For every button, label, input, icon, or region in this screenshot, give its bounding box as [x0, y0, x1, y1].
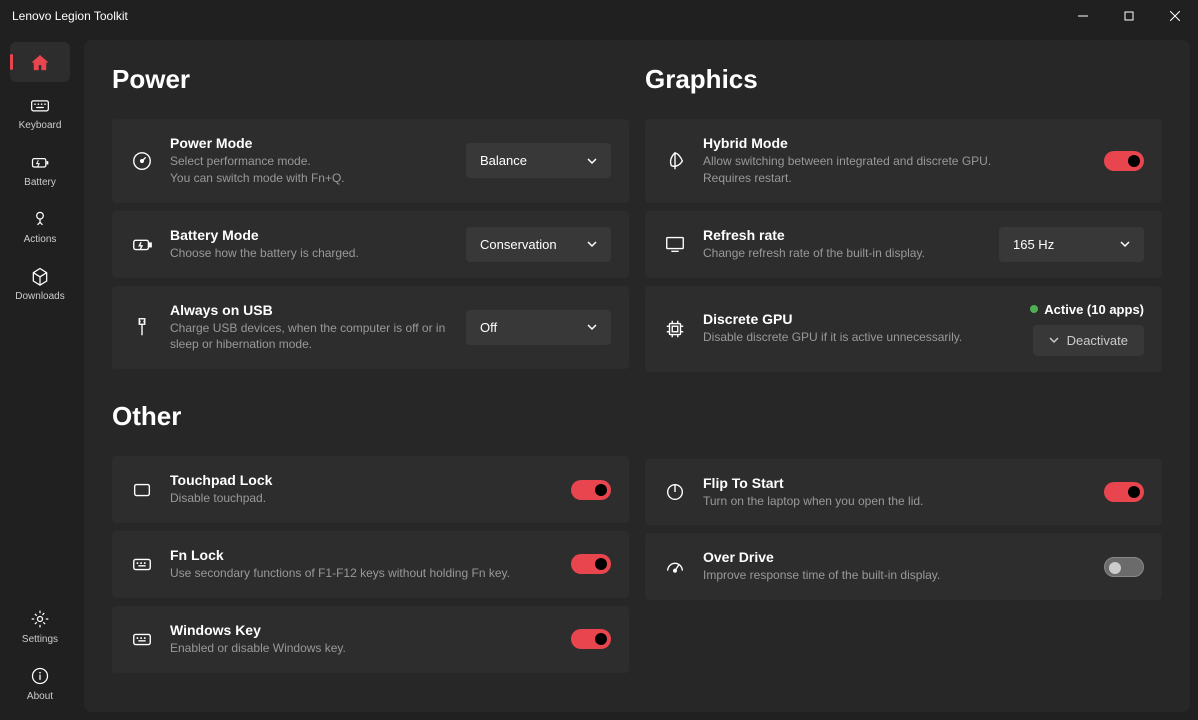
keyboard-small-icon [130, 552, 154, 576]
info-icon [29, 665, 51, 687]
battery-icon [29, 151, 51, 173]
home-icon [29, 52, 51, 74]
sidebar-item-home[interactable] [10, 42, 70, 82]
card-desc: Enabled or disable Windows key. [170, 640, 555, 657]
sidebar-label: Battery [24, 177, 56, 188]
touchpad-icon [130, 478, 154, 502]
other-section-title: Other [112, 401, 629, 432]
card-title: Always on USB [170, 302, 450, 318]
sidebar-item-about[interactable]: About [10, 655, 70, 710]
card-title: Touchpad Lock [170, 472, 555, 488]
card-title: Windows Key [170, 622, 555, 638]
sidebar-label: Settings [22, 634, 58, 645]
card-title: Fn Lock [170, 547, 555, 563]
card-desc: Choose how the battery is charged. [170, 245, 450, 262]
graphics-section-title: Graphics [645, 64, 1162, 95]
fn-lock-toggle[interactable] [571, 554, 611, 574]
keyboard-icon [29, 94, 51, 116]
sidebar-label: About [27, 691, 53, 702]
sidebar-item-settings[interactable]: Settings [10, 598, 70, 653]
windows-key-toggle[interactable] [571, 629, 611, 649]
power-mode-dropdown[interactable]: Balance [466, 143, 611, 178]
fn-lock-card: Fn Lock Use secondary functions of F1-F1… [112, 531, 629, 598]
gauge-icon [130, 149, 154, 173]
close-button[interactable] [1152, 0, 1198, 32]
actions-icon [29, 208, 51, 230]
over-drive-toggle[interactable] [1104, 557, 1144, 577]
touchpad-lock-toggle[interactable] [571, 480, 611, 500]
card-title: Discrete GPU [703, 311, 1014, 327]
chip-icon [663, 317, 687, 341]
window-controls [1060, 0, 1198, 32]
keyboard-small-icon [130, 627, 154, 651]
leaf-icon [663, 149, 687, 173]
sidebar-item-keyboard[interactable]: Keyboard [10, 84, 70, 139]
over-drive-card: Over Drive Improve response time of the … [645, 533, 1162, 600]
monitor-icon [663, 232, 687, 256]
sidebar-item-downloads[interactable]: Downloads [10, 255, 70, 310]
card-title: Hybrid Mode [703, 135, 1088, 151]
card-title: Over Drive [703, 549, 1088, 565]
card-desc: Select performance mode. You can switch … [170, 153, 450, 187]
sidebar-item-battery[interactable]: Battery [10, 141, 70, 196]
card-title: Battery Mode [170, 227, 450, 243]
flip-to-start-toggle[interactable] [1104, 482, 1144, 502]
card-desc: Disable discrete GPU if it is active unn… [703, 329, 1014, 346]
power-icon [663, 480, 687, 504]
sidebar: Keyboard Battery Actions Downloads [0, 32, 80, 720]
main-content: Power Power Mode Select performance mode… [84, 40, 1190, 712]
power-section-title: Power [112, 64, 629, 95]
right-column: Graphics Hybrid Mode Allow switching bet… [645, 64, 1162, 688]
card-title: Refresh rate [703, 227, 983, 243]
sidebar-label: Keyboard [19, 120, 62, 131]
hybrid-mode-card: Hybrid Mode Allow switching between inte… [645, 119, 1162, 203]
card-title: Power Mode [170, 135, 450, 151]
card-desc: Use secondary functions of F1-F12 keys w… [170, 565, 555, 582]
card-desc: Charge USB devices, when the computer is… [170, 320, 450, 354]
hybrid-mode-toggle[interactable] [1104, 151, 1144, 171]
downloads-icon [29, 265, 51, 287]
card-desc: Improve response time of the built-in di… [703, 567, 1088, 584]
maximize-button[interactable] [1106, 0, 1152, 32]
power-mode-card: Power Mode Select performance mode. You … [112, 119, 629, 203]
always-on-usb-dropdown[interactable]: Off [466, 310, 611, 345]
card-desc: Allow switching between integrated and d… [703, 153, 1088, 187]
sidebar-item-actions[interactable]: Actions [10, 198, 70, 253]
windows-key-card: Windows Key Enabled or disable Windows k… [112, 606, 629, 673]
card-desc: Change refresh rate of the built-in disp… [703, 245, 983, 262]
titlebar: Lenovo Legion Toolkit [0, 0, 1198, 32]
gear-icon [29, 608, 51, 630]
sidebar-label: Actions [24, 234, 57, 245]
refresh-rate-card: Refresh rate Change refresh rate of the … [645, 211, 1162, 278]
sidebar-label: Downloads [15, 291, 64, 302]
flip-to-start-card: Flip To Start Turn on the laptop when yo… [645, 459, 1162, 526]
speedometer-icon [663, 555, 687, 579]
card-title: Flip To Start [703, 475, 1088, 491]
left-column: Power Power Mode Select performance mode… [112, 64, 629, 688]
battery-charge-icon [130, 232, 154, 256]
battery-mode-card: Battery Mode Choose how the battery is c… [112, 211, 629, 278]
refresh-rate-dropdown[interactable]: 165 Hz [999, 227, 1144, 262]
minimize-button[interactable] [1060, 0, 1106, 32]
app-title: Lenovo Legion Toolkit [12, 9, 128, 23]
gpu-status: Active (10 apps) [1030, 302, 1144, 317]
always-on-usb-card: Always on USB Charge USB devices, when t… [112, 286, 629, 370]
battery-mode-dropdown[interactable]: Conservation [466, 227, 611, 262]
touchpad-lock-card: Touchpad Lock Disable touchpad. [112, 456, 629, 523]
status-dot-icon [1030, 305, 1038, 313]
deactivate-button[interactable]: Deactivate [1033, 325, 1144, 356]
card-desc: Disable touchpad. [170, 490, 555, 507]
discrete-gpu-card: Discrete GPU Disable discrete GPU if it … [645, 286, 1162, 372]
usb-icon [130, 315, 154, 339]
card-desc: Turn on the laptop when you open the lid… [703, 493, 1088, 510]
